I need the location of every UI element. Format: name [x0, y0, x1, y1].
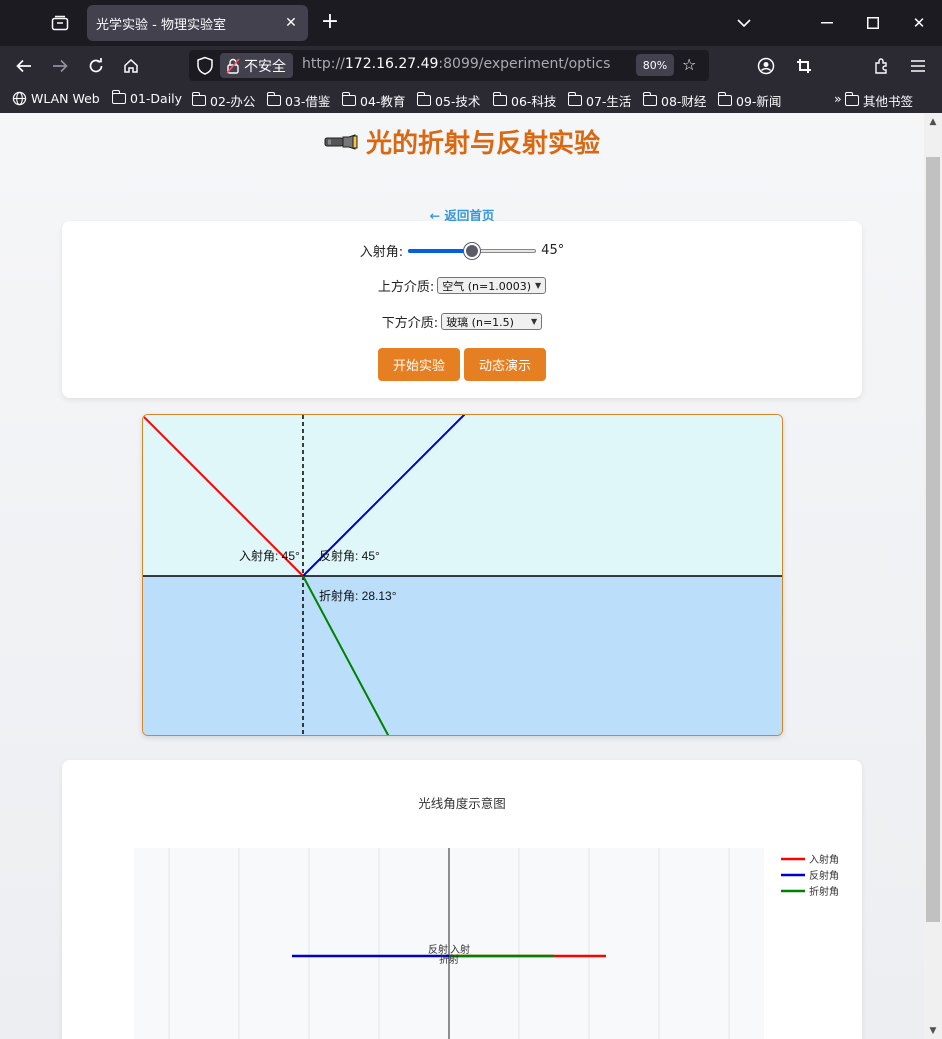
bookmark-folder-03[interactable]: 03-借鉴	[266, 91, 330, 110]
lower-medium-select[interactable]: 玻璃 (n=1.5) ▼	[441, 313, 543, 330]
chevron-down-icon: ▼	[535, 281, 542, 290]
scroll-up-arrow-icon[interactable]: ▲	[927, 116, 939, 128]
new-tab-icon[interactable]: +	[318, 11, 342, 35]
scrollbar-thumb[interactable]	[926, 157, 940, 922]
close-window-icon[interactable]: ✕	[904, 8, 934, 38]
page-title-text: 光的折射与反射实验	[365, 129, 600, 159]
connection-insecure-badge[interactable]: 不安全	[220, 53, 293, 78]
optics-simulation-svg: 入射角: 45° 反射角: 45° 折射角: 28.13°	[143, 415, 782, 735]
bookmark-folder-08[interactable]: 08-财经	[642, 91, 706, 110]
url-prefix: http://	[302, 56, 345, 72]
chart-label-refraction: 折射	[439, 953, 459, 966]
incident-angle-slider[interactable]	[408, 242, 537, 259]
insecure-label: 不安全	[244, 58, 286, 75]
minimize-icon[interactable]	[812, 8, 842, 38]
bookmarks-overflow-chevron-icon[interactable]: »	[834, 91, 842, 106]
reload-icon[interactable]	[82, 52, 110, 80]
globe-icon	[12, 91, 27, 106]
browser-titlebar: 光学实验 - 物理实验室 ✕ + ✕	[0, 0, 942, 46]
folder-icon	[567, 92, 582, 106]
forward-arrow-icon[interactable]	[46, 52, 74, 80]
extensions-icon[interactable]	[868, 52, 896, 80]
refraction-angle-text: 折射角: 28.13°	[319, 588, 397, 603]
folder-icon	[111, 90, 126, 104]
angle-chart-svg: 光线角度示意图 反射 入射折射 入射角反射角折射角	[134, 796, 839, 1039]
slider-thumb[interactable]	[464, 242, 481, 259]
upper-medium-row: 上方介质: 空气 (n=1.0003) ▼	[62, 276, 862, 295]
bookmarks-bar: WLAN Web 01-Daily 02-办公 03-借鉴 04-教育 05-技…	[0, 86, 942, 113]
bookmark-folder-04[interactable]: 04-教育	[341, 91, 405, 110]
chart-title: 光线角度示意图	[418, 796, 506, 811]
folder-icon	[844, 92, 859, 106]
upper-medium-select[interactable]: 空气 (n=1.0003) ▼	[437, 277, 547, 294]
action-buttons-row: 开始实验 动态演示	[62, 348, 862, 381]
bookmark-folder-other[interactable]: 其他书签	[844, 91, 913, 110]
chevron-down-icon: ▼	[531, 317, 538, 326]
legend-label: 入射角	[809, 854, 839, 866]
lower-medium-row: 下方介质: 玻璃 (n=1.5) ▼	[62, 312, 862, 331]
home-icon[interactable]	[117, 52, 145, 80]
tracking-protection-shield-icon[interactable]	[196, 56, 216, 76]
angle-chart-card: 光线角度示意图 反射 入射 折射 入射角 反射角 折射角	[62, 760, 862, 1039]
url-path: :8099/experiment/optics	[438, 56, 611, 72]
slider-fill	[408, 248, 473, 253]
upper-medium-label: 上方介质:	[377, 280, 435, 295]
folder-icon	[266, 92, 281, 106]
url-text[interactable]: http://172.16.27.49:8099/experiment/opti…	[302, 56, 610, 72]
crop-screenshot-icon[interactable]	[790, 52, 818, 80]
insecure-lock-icon	[226, 57, 240, 74]
reflection-angle-text: 反射角: 45°	[319, 548, 380, 563]
page-viewport: 光的折射与反射实验 ← 返回首页 入射角: 45° 上方介质: 空气 (n=1.…	[0, 113, 924, 1039]
lower-medium-label: 下方介质:	[381, 316, 439, 331]
incident-angle-label: 入射角:	[359, 245, 404, 260]
lower-medium-area	[143, 576, 782, 735]
legend-label: 反射角	[809, 870, 839, 882]
incident-angle-value: 45°	[541, 243, 565, 258]
bookmark-wlan-web[interactable]: WLAN Web	[12, 91, 100, 106]
menu-icon[interactable]	[904, 52, 932, 80]
folder-icon	[191, 92, 206, 106]
animate-demo-button[interactable]: 动态演示	[464, 348, 547, 381]
bookmark-star-icon[interactable]: ☆	[682, 55, 696, 74]
tab-overview-icon[interactable]	[48, 12, 72, 34]
maximize-icon[interactable]	[858, 8, 888, 38]
folder-icon	[492, 92, 507, 106]
tab-list-chevron-down-icon[interactable]	[729, 8, 759, 38]
flashlight-icon	[324, 127, 358, 157]
bookmark-folder-07[interactable]: 07-生活	[567, 91, 631, 110]
page-title: 光的折射与反射实验	[0, 123, 924, 160]
folder-icon	[717, 92, 732, 106]
scroll-down-arrow-icon[interactable]: ▼	[927, 1025, 939, 1037]
folder-icon	[416, 92, 431, 106]
bookmark-folder-06[interactable]: 06-科技	[492, 91, 556, 110]
optics-simulation-canvas: 入射角: 45° 反射角: 45° 折射角: 28.13°	[142, 414, 783, 736]
zoom-level-badge[interactable]: 80%	[636, 54, 674, 76]
folder-icon	[341, 92, 356, 106]
account-icon[interactable]	[752, 52, 780, 80]
incident-angle-row: 入射角: 45°	[62, 241, 862, 260]
bookmark-folder-05[interactable]: 05-技术	[416, 91, 480, 110]
incident-angle-text: 入射角: 45°	[239, 548, 300, 563]
active-tab[interactable]: 光学实验 - 物理实验室 ✕	[87, 5, 308, 41]
folder-icon	[642, 92, 657, 106]
back-arrow-icon[interactable]	[10, 52, 38, 80]
tab-title: 光学实验 - 物理实验室	[96, 17, 226, 33]
url-host: 172.16.27.49	[344, 56, 439, 72]
bookmark-folder-01[interactable]: 01-Daily	[111, 90, 182, 106]
tab-close-icon[interactable]: ✕	[278, 10, 304, 36]
start-experiment-button[interactable]: 开始实验	[377, 348, 460, 381]
legend-label: 折射角	[809, 885, 839, 898]
controls-card: 入射角: 45° 上方介质: 空气 (n=1.0003) ▼ 下方介质: 玻璃 …	[62, 221, 862, 398]
bookmark-folder-02[interactable]: 02-办公	[191, 91, 255, 110]
chart-legend: 入射角反射角折射角	[781, 854, 839, 898]
bookmark-folder-09[interactable]: 09-新闻	[717, 91, 781, 110]
